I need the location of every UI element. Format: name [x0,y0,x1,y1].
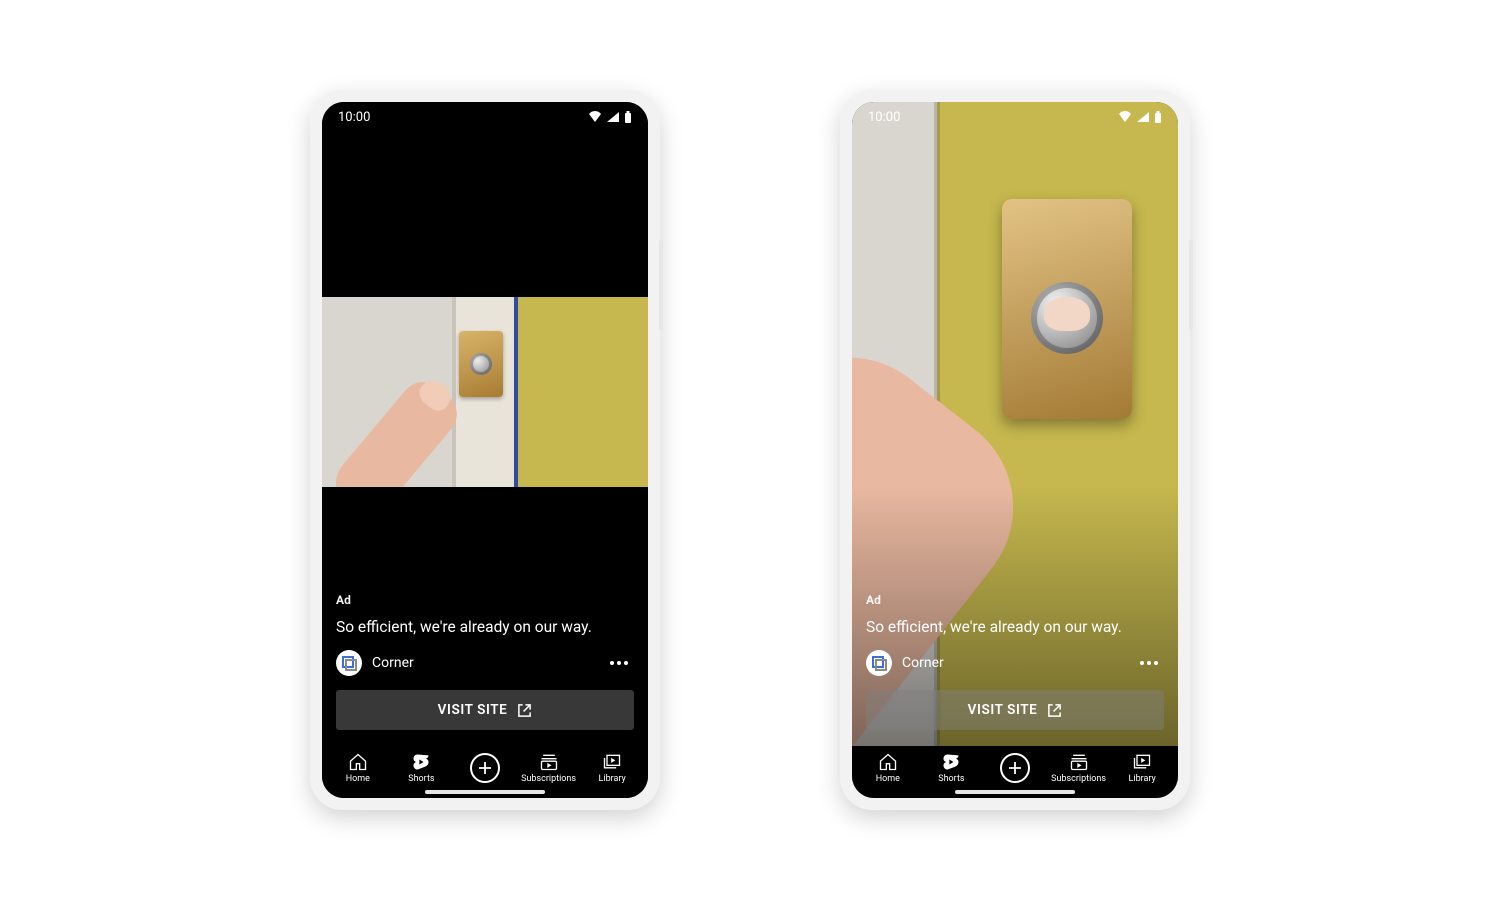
phone-side-button [1189,240,1193,330]
library-icon [602,752,622,772]
brand-avatar-icon [866,650,892,676]
nav-label: Home [876,774,900,784]
brand-avatar-icon [336,650,362,676]
nav-label: Shorts [938,774,964,784]
nav-label: Subscriptions [521,774,576,784]
nav-label: Library [599,774,626,784]
nav-create[interactable] [453,753,517,783]
nav-label: Subscriptions [1051,774,1106,784]
status-icons [588,111,632,123]
more-options-icon[interactable] [1134,655,1164,671]
shorts-icon [411,752,431,772]
nav-label: Home [346,774,370,784]
create-icon [470,753,500,783]
cta-label: VISIT SITE [438,702,508,718]
home-icon [348,752,368,772]
subscriptions-icon [1069,752,1089,772]
ad-overlay: Ad So efficient, we're already on our wa… [852,583,1178,746]
comparison-stage: 10:00 [0,0,1500,900]
visit-site-button[interactable]: VISIT SITE [866,690,1164,730]
nav-subscriptions[interactable]: Subscriptions [1047,752,1111,784]
status-time: 10:00 [868,110,900,125]
cell-signal-icon [606,111,620,123]
ad-brand-row[interactable]: Corner [866,650,944,676]
nav-library[interactable]: Library [1110,752,1174,784]
home-icon [878,752,898,772]
subscriptions-icon [539,752,559,772]
status-bar: 10:00 [852,102,1178,132]
status-time: 10:00 [338,110,370,125]
library-icon [1132,752,1152,772]
wifi-icon [1118,111,1132,123]
bottom-nav: Home Shorts Subscriptions Libr [322,746,648,798]
phone-screen: 10:00 [322,102,648,798]
brand-name: Corner [902,655,944,671]
nav-home[interactable]: Home [856,752,920,784]
phone-frame-letterbox: 10:00 [310,90,660,810]
ad-overlay: Ad So efficient, we're already on our wa… [322,583,648,746]
external-link-icon [1047,703,1062,718]
battery-icon [624,111,632,123]
create-icon [1000,753,1030,783]
nav-shorts[interactable]: Shorts [390,752,454,784]
ad-video-landscape [322,297,648,487]
brand-name: Corner [372,655,414,671]
wifi-icon [588,111,602,123]
ad-headline: So efficient, we're already on our way. [866,617,1164,638]
more-options-icon[interactable] [604,655,634,671]
phone-frame-fullbleed: 10:00 Ad So [840,90,1190,810]
nav-create[interactable] [983,753,1047,783]
phone-side-button [659,240,663,330]
phone-screen: 10:00 Ad So [852,102,1178,798]
battery-icon [1154,111,1162,123]
nav-label: Library [1129,774,1156,784]
nav-library[interactable]: Library [580,752,644,784]
nav-shorts[interactable]: Shorts [920,752,984,784]
visit-site-button[interactable]: VISIT SITE [336,690,634,730]
nav-subscriptions[interactable]: Subscriptions [517,752,581,784]
status-icons [1118,111,1162,123]
nav-label: Shorts [408,774,434,784]
status-bar: 10:00 [322,102,648,132]
external-link-icon [517,703,532,718]
ad-headline: So efficient, we're already on our way. [336,617,634,638]
cta-label: VISIT SITE [968,702,1038,718]
nav-home[interactable]: Home [326,752,390,784]
ad-badge: Ad [866,593,1164,607]
ad-brand-row[interactable]: Corner [336,650,414,676]
cell-signal-icon [1136,111,1150,123]
shorts-viewport[interactable]: Ad So efficient, we're already on our wa… [322,102,648,798]
bottom-nav: Home Shorts Subscriptions Libr [852,746,1178,798]
ad-badge: Ad [336,593,634,607]
shorts-viewport[interactable]: Ad So efficient, we're already on our wa… [852,102,1178,798]
shorts-icon [941,752,961,772]
